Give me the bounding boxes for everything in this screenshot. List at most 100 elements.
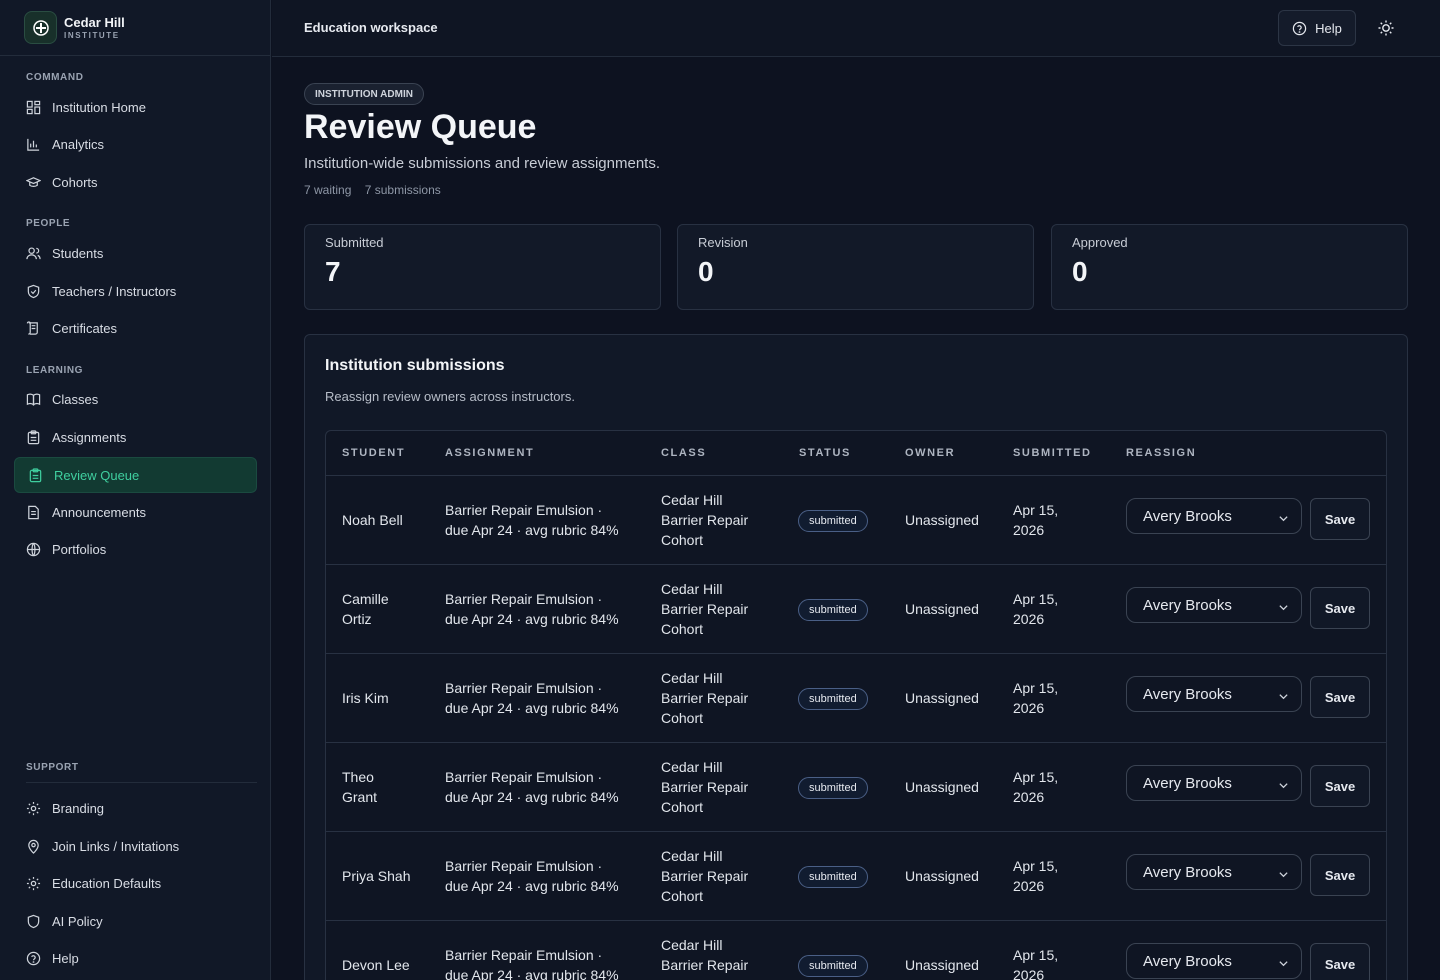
cell-line: due Apr 24 · avg rubric 84% [445, 878, 619, 894]
owner-name: Unassigned [905, 690, 979, 706]
cell-line: Cedar Hill [661, 937, 723, 953]
assignment-info: Barrier Repair Emulsion · due Apr 24 · av… [445, 945, 619, 980]
cell-line: Cohort [661, 532, 704, 548]
cell-line: due Apr 24 · avg rubric 84% [445, 967, 619, 980]
shield-icon [27, 914, 40, 928]
cell-line: 2026 [1013, 611, 1045, 627]
sidebar-item-teachers[interactable]: Teachers / Instructors [14, 273, 257, 309]
chevron-down-icon [1279, 783, 1288, 789]
stat-value: 7 [325, 256, 341, 287]
cell-line: Camille [342, 591, 389, 607]
users-icon [26, 246, 41, 259]
sidebar-item-ai-policy[interactable]: AI Policy [14, 903, 257, 939]
column-header-owner: OWNER [905, 447, 956, 459]
assignment-info: Barrier Repair Emulsion · due Apr 24 · av… [445, 678, 619, 718]
sidebar-item-assignments[interactable]: Assignments [14, 419, 257, 455]
sidebar-item-label: Education Defaults [52, 875, 162, 891]
save-button[interactable]: Save [1310, 587, 1370, 629]
sidebar-item-students[interactable]: Students [14, 235, 257, 271]
student-name: Devon Lee [342, 955, 410, 975]
sidebar-item-announcements[interactable]: Announcements [14, 494, 257, 530]
student-name: Camille Ortiz [342, 589, 389, 629]
cell-line: Cohort [661, 975, 748, 980]
cell-line: Apr 15, [1013, 680, 1059, 696]
section-label-support: SUPPORT [26, 762, 79, 773]
submitted-date: Apr 15, 2026 [1013, 856, 1058, 896]
sidebar-item-label: Cohorts [52, 174, 98, 190]
sidebar-item-label: Analytics [52, 136, 105, 152]
chevron-down-icon [1279, 961, 1288, 967]
sidebar-item-label: Classes [52, 391, 99, 407]
sidebar-item-label: Students [52, 245, 104, 261]
save-button[interactable]: Save [1310, 498, 1370, 540]
brand-name: Cedar Hill [64, 14, 125, 30]
column-header-submitted: SUBMITTED [1013, 447, 1092, 459]
sidebar-item-branding[interactable]: Branding [14, 790, 257, 826]
cell-line: Apr 15, [1013, 502, 1059, 518]
owner-name: Unassigned [905, 779, 979, 795]
brand-subtitle: INSTITUTE [64, 30, 120, 40]
owner-name: Unassigned [905, 512, 979, 528]
cell-line: due Apr 24 · avg rubric 84% [445, 611, 619, 627]
cell-line: Iris Kim [342, 690, 389, 706]
cell-line: Barrier Repair Emulsion · [445, 947, 603, 963]
reassign-select[interactable]: Avery Brooks [1126, 676, 1302, 712]
sun-icon [1378, 20, 1394, 36]
sidebar-item-classes[interactable]: Classes [14, 381, 257, 417]
submissions-count: 7 submissions [364, 183, 441, 197]
reassign-select-value: Avery Brooks [1143, 596, 1232, 614]
submitted-date: Apr 15, 2026 [1013, 500, 1058, 540]
assignment-info: Barrier Repair Emulsion · due Apr 24 · av… [445, 589, 619, 629]
sidebar-item-institution-home[interactable]: Institution Home [14, 89, 257, 125]
reassign-select[interactable]: Avery Brooks [1126, 943, 1302, 979]
reassign-select-value: Avery Brooks [1143, 774, 1232, 792]
panel-title: Institution submissions [325, 357, 505, 374]
sidebar-item-join-links[interactable]: Join Links / Invitations [14, 828, 257, 864]
reassign-select[interactable]: Avery Brooks [1126, 765, 1302, 801]
stat-label: Revision [698, 235, 748, 250]
reassign-select[interactable]: Avery Brooks [1126, 587, 1302, 623]
save-button[interactable]: Save [1310, 676, 1370, 718]
help-button[interactable]: Help [1278, 10, 1356, 46]
reassign-select[interactable]: Avery Brooks [1126, 498, 1302, 534]
brand[interactable]: Cedar Hill INSTITUTE [0, 0, 270, 56]
sidebar-item-label: Help [52, 950, 79, 966]
save-button[interactable]: Save [1310, 854, 1370, 896]
graduation-cap-icon [26, 176, 41, 187]
cell-line: Apr 15, [1013, 769, 1059, 785]
stat-value: 0 [1072, 256, 1088, 287]
save-button[interactable]: Save [1310, 765, 1370, 807]
sidebar-item-education-defaults[interactable]: Education Defaults [14, 865, 257, 901]
workspace-title: Education workspace [304, 20, 438, 35]
cell-line: Theo [342, 769, 374, 785]
cell-line: Cohort [661, 621, 704, 637]
column-header-status: STATUS [799, 447, 851, 459]
submitted-date: Apr 15, 2026 [1013, 678, 1058, 718]
student-name: Priya Shah [342, 866, 410, 886]
sidebar-item-review-queue[interactable]: Review Queue [14, 457, 257, 493]
owner-name: Unassigned [905, 601, 979, 617]
divider [26, 782, 257, 783]
cell-line: Barrier Repair Emulsion · [445, 680, 603, 696]
sidebar-item-portfolios[interactable]: Portfolios [14, 531, 257, 567]
sidebar-item-label: Institution Home [52, 99, 146, 115]
chevron-down-icon [1279, 605, 1288, 611]
stat-card-approved: Approved 0 [1051, 224, 1408, 310]
cell-line: 2026 [1013, 878, 1045, 894]
gear-icon [26, 801, 41, 815]
save-button[interactable]: Save [1310, 943, 1370, 980]
sidebar-item-analytics[interactable]: Analytics [14, 126, 257, 162]
sidebar-item-certificates[interactable]: Certificates [14, 310, 257, 346]
cell-line: Barrier Repair [661, 957, 749, 973]
sidebar-item-help[interactable]: Help [14, 940, 257, 976]
sidebar-item-label: Join Links / Invitations [52, 838, 180, 854]
theme-toggle-button[interactable] [1372, 14, 1400, 42]
table-row: Theo Grant Barrier Repair Emulsion · due Ap… [326, 743, 1386, 832]
status-badge: submitted [798, 866, 868, 888]
column-header-reassign: REASSIGN [1126, 447, 1197, 459]
sidebar-item-cohorts[interactable]: Cohorts [14, 164, 257, 200]
cell-line: 2026 [1013, 789, 1045, 805]
help-circle-icon [1292, 21, 1307, 35]
owner-name: Unassigned [905, 957, 979, 973]
reassign-select[interactable]: Avery Brooks [1126, 854, 1302, 890]
